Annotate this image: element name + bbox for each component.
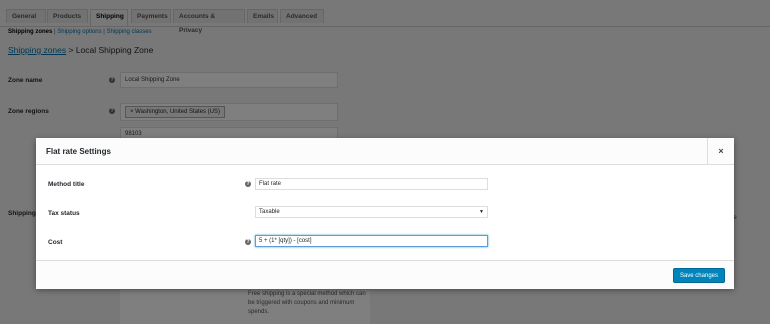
save-changes-button[interactable]: Save changes bbox=[672, 268, 725, 283]
modal-footer: Save changes bbox=[36, 260, 734, 289]
tax-status-value: Taxable bbox=[259, 209, 280, 215]
chevron-down-icon: ▼ bbox=[479, 209, 484, 215]
tax-status-select[interactable]: Taxable ▼ bbox=[255, 206, 488, 218]
method-title-label: Method title bbox=[48, 181, 85, 188]
close-icon: × bbox=[718, 146, 724, 156]
modal-title: Flat rate Settings bbox=[46, 147, 111, 156]
cost-label: Cost bbox=[48, 239, 63, 246]
modal-header: Flat rate Settings × bbox=[36, 138, 734, 165]
help-icon[interactable]: ? bbox=[245, 239, 251, 245]
cost-input[interactable]: 5 + (1* [qty]) - [cost] bbox=[255, 235, 488, 247]
close-button[interactable]: × bbox=[707, 138, 734, 164]
help-icon[interactable]: ? bbox=[245, 181, 251, 187]
method-title-input[interactable]: Flat rate bbox=[255, 178, 488, 190]
tax-status-label: Tax status bbox=[48, 210, 80, 217]
flat-rate-settings-modal: Flat rate Settings × Method title ? Flat… bbox=[36, 138, 734, 289]
